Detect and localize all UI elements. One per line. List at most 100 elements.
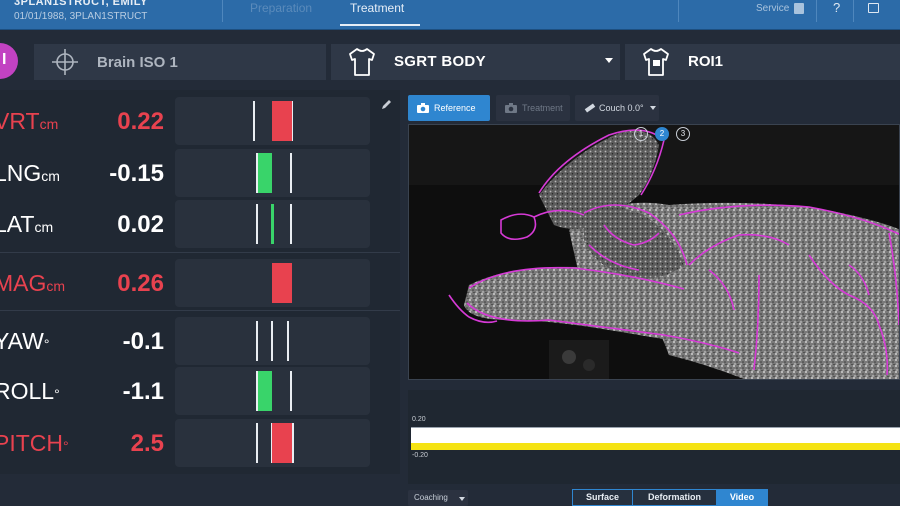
metric-unit: cm [41, 168, 60, 184]
gauge-deviation-bar [258, 371, 272, 411]
metric-unit: ° [63, 438, 69, 454]
graph-signal-band [411, 443, 900, 450]
deformation-mode-button[interactable]: Deformation [632, 489, 717, 506]
gauge-tolerance-line [271, 321, 273, 361]
graph-tolerance-band [411, 428, 900, 443]
gauge-tolerance-line [290, 153, 292, 193]
couch-dropdown[interactable]: Couch 0.0° [575, 95, 659, 121]
metric-label: LATcm [0, 211, 53, 238]
gauge-tolerance-line [253, 101, 255, 141]
metric-row-yaw: YAW° -0.1 [0, 316, 400, 366]
viewpoint-2-button[interactable]: 2 [655, 127, 669, 141]
isocenter-name: Brain ISO 1 [97, 54, 178, 71]
metric-gauge [175, 419, 370, 467]
surface-selector[interactable]: SGRT BODY [331, 44, 620, 80]
gauge-tolerance-line [256, 321, 258, 361]
metric-unit: ° [54, 386, 60, 402]
camera-video-view[interactable] [408, 124, 900, 380]
metric-label: PITCH° [0, 430, 69, 457]
metric-value: 0.22 [117, 108, 164, 135]
couch-icon [584, 103, 596, 113]
metric-label: ROLL° [0, 378, 60, 405]
top-bar: 3PLAN1STRUCT, EMILY 01/01/1988, 3PLAN1ST… [0, 0, 900, 30]
roi-selector[interactable]: ROI1 [625, 44, 900, 80]
metric-name: PITCH [0, 430, 63, 456]
service-label[interactable]: Service [756, 3, 789, 14]
metric-label: LNGcm [0, 160, 60, 187]
metric-unit: ° [43, 336, 50, 352]
app-root: 3PLAN1STRUCT, EMILY 01/01/1988, 3PLAN1ST… [0, 0, 900, 506]
avatar-letter: I [2, 51, 7, 68]
metric-row-mag: MAGcm 0.26 [0, 258, 400, 308]
camera-icon [417, 103, 429, 113]
tab-divider [853, 0, 854, 22]
gauge-tolerance-line [287, 321, 289, 361]
tab-divider [816, 0, 817, 22]
metric-unit: cm [46, 278, 66, 294]
metric-name: YAW [0, 328, 44, 354]
torso-icon [349, 48, 375, 76]
couch-label: Couch 0.0° [599, 103, 644, 113]
viewpoint-1-button[interactable]: 1 [634, 127, 648, 141]
metric-unit: cm [39, 116, 59, 132]
metric-gauge [175, 149, 370, 197]
metric-gauge [175, 317, 370, 365]
metric-value: 2.5 [130, 430, 164, 457]
help-icon[interactable]: ? [833, 0, 840, 15]
metric-gauge [175, 200, 370, 248]
gauge-deviation-bar [272, 423, 292, 463]
metric-name: VRT [0, 108, 40, 134]
metric-row-lng: LNGcm -0.15 [0, 148, 400, 198]
metric-row-lat: LATcm 0.02 [0, 199, 400, 249]
patient-name: 3PLAN1STRUCT, EMILY [14, 0, 148, 8]
isocenter-selector[interactable]: Brain ISO 1 [34, 44, 326, 80]
reference-label: Reference [434, 103, 476, 113]
gauge-tolerance-line [290, 371, 292, 411]
patient-subline: 01/01/1988, 3PLAN1STRUCT [14, 11, 148, 22]
metric-group-divider [0, 252, 400, 253]
gauge-deviation-bar [272, 263, 292, 303]
metric-value: 0.26 [117, 270, 164, 297]
video-mode-button[interactable]: Video [716, 489, 768, 506]
gauge-deviation-bar [271, 204, 274, 244]
roi-torso-icon [643, 48, 669, 76]
surface-video-image [409, 125, 899, 379]
surface-name: SGRT BODY [394, 53, 486, 70]
chevron-down-icon [650, 106, 656, 110]
coaching-dropdown[interactable]: Coaching [408, 490, 468, 506]
camera-icon [505, 103, 517, 113]
treatment-button[interactable]: Treatment [496, 95, 570, 121]
metric-value: 0.02 [117, 211, 164, 238]
metric-value: -1.1 [122, 378, 164, 405]
metric-name: ROLL [0, 378, 55, 404]
metric-gauge [175, 367, 370, 415]
coaching-label: Coaching [414, 493, 448, 502]
crosshair-icon [52, 49, 78, 75]
service-icon[interactable] [794, 3, 804, 14]
active-tab-indicator [340, 24, 420, 26]
chevron-down-icon[interactable] [605, 58, 613, 63]
window-icon[interactable] [868, 3, 879, 13]
metric-gauge [175, 259, 370, 307]
tab-treatment[interactable]: Treatment [350, 1, 404, 15]
metric-label: VRTcm [0, 108, 58, 135]
reference-button[interactable]: Reference [408, 95, 490, 121]
surface-mode-button[interactable]: Surface [572, 489, 633, 506]
metric-name: LNG [0, 160, 42, 186]
roi-name: ROI1 [688, 53, 724, 70]
gauge-tolerance-line [292, 423, 294, 463]
metric-gauge [175, 97, 370, 145]
graph-upper-threshold: 0.20 [412, 416, 426, 423]
tab-preparation[interactable]: Preparation [250, 1, 312, 15]
metric-name: MAG [0, 270, 47, 296]
chevron-down-icon [459, 497, 465, 501]
metric-label: MAGcm [0, 270, 65, 297]
avatar[interactable]: I [0, 43, 18, 79]
metric-group-divider [0, 310, 400, 311]
metric-row-roll: ROLL° -1.1 [0, 366, 400, 416]
gauge-deviation-bar [258, 153, 272, 193]
viewpoint-3-button[interactable]: 3 [676, 127, 690, 141]
gauge-tolerance-line [256, 423, 258, 463]
metric-row-vrt: VRTcm 0.22 [0, 96, 400, 146]
metric-value: -0.15 [109, 160, 164, 187]
